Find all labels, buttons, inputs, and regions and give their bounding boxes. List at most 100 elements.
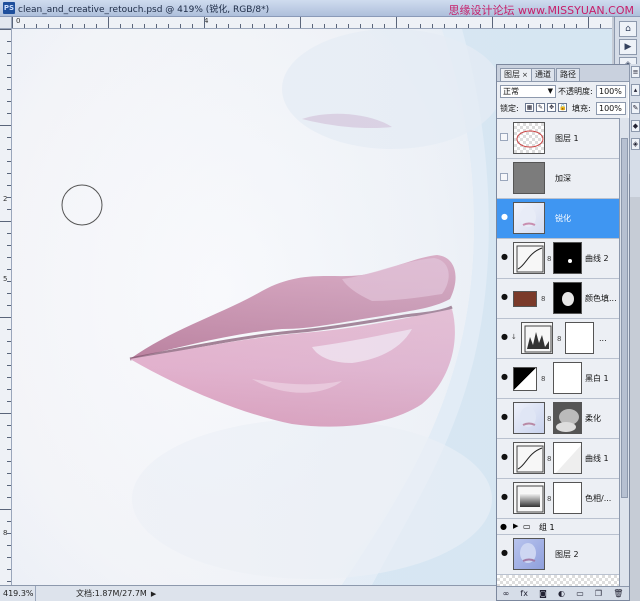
lock-all-icon[interactable]: 🔒 bbox=[558, 103, 567, 112]
layer-group-row[interactable]: ● ▶ ▭ 组 1 bbox=[497, 519, 619, 535]
layer-mask-thumbnail[interactable] bbox=[553, 282, 582, 314]
ruler-tick bbox=[264, 24, 265, 28]
link-icon[interactable]: 8 bbox=[547, 495, 551, 503]
ruler-tick bbox=[7, 113, 11, 114]
new-group-icon[interactable]: ▭ bbox=[576, 589, 584, 598]
close-icon: × bbox=[522, 71, 528, 79]
link-icon[interactable]: 8 bbox=[547, 415, 551, 423]
fx-icon[interactable]: fx bbox=[520, 589, 528, 598]
link-icon[interactable]: 8 bbox=[541, 375, 545, 383]
layers-panel: 图层 × 通道 路径 正常 ▼ 不透明度: 100% 锁定: ▦ ✎ ✥ 🔒 填充:… bbox=[496, 64, 630, 601]
ruler-tick bbox=[228, 24, 229, 28]
layers-panel-footer: ∞ fx ◙ ◐ ▭ ❐ 🗑 bbox=[497, 586, 629, 600]
chevron-right-icon[interactable]: ▶ bbox=[513, 522, 518, 530]
layer-row[interactable]: ● 8 颜色填... bbox=[497, 279, 619, 319]
eye-icon[interactable]: ● bbox=[500, 292, 509, 301]
collapse-icon[interactable]: ▴ bbox=[631, 84, 640, 96]
document-size[interactable]: 文档:1.87M/27.7M bbox=[36, 588, 147, 599]
tool-icon[interactable]: ✎ bbox=[631, 102, 640, 114]
layer-row[interactable]: ● 8 色相/... bbox=[497, 479, 619, 519]
lock-transparency-icon[interactable]: ▦ bbox=[525, 103, 534, 112]
ruler-tick bbox=[240, 24, 241, 28]
horizontal-ruler[interactable]: 0 4 bbox=[12, 17, 612, 29]
layer-row[interactable]: 图层 1 bbox=[497, 119, 619, 159]
link-icon[interactable]: 8 bbox=[547, 255, 551, 263]
tab-channels[interactable]: 通道 bbox=[531, 68, 555, 81]
adjustment-layer-icon[interactable]: ◐ bbox=[558, 589, 565, 598]
layer-mask-thumbnail[interactable] bbox=[553, 482, 582, 514]
status-bar: 419.3% 文档:1.87M/27.7M ▶ bbox=[0, 585, 498, 601]
link-icon[interactable]: 8 bbox=[547, 455, 551, 463]
link-icon[interactable]: 8 bbox=[557, 335, 561, 343]
layer-row[interactable]: ● 图层 2 bbox=[497, 535, 619, 575]
link-icon[interactable]: 8 bbox=[541, 295, 545, 303]
layer-row[interactable]: ● 8 柔化 bbox=[497, 399, 619, 439]
ruler-tick bbox=[384, 24, 385, 28]
eye-icon[interactable]: ● bbox=[500, 252, 509, 261]
folder-icon: ▭ bbox=[523, 522, 531, 531]
visibility-toggle[interactable] bbox=[500, 173, 508, 181]
new-layer-icon[interactable]: ❐ bbox=[595, 589, 602, 598]
opacity-label: 不透明度: bbox=[558, 87, 593, 96]
zoom-level[interactable]: 419.3% bbox=[0, 586, 36, 601]
eye-icon[interactable]: ● bbox=[500, 412, 509, 421]
eye-icon[interactable]: ● bbox=[500, 212, 509, 221]
ruler-tick bbox=[7, 53, 11, 54]
layer-row[interactable]: 加深 bbox=[497, 159, 619, 199]
hue-saturation-adjustment-icon bbox=[513, 482, 545, 514]
layer-mask-thumbnail[interactable] bbox=[553, 442, 582, 474]
fill-input[interactable]: 100% bbox=[596, 102, 626, 115]
ruler-tick bbox=[336, 24, 337, 28]
ruler-tick bbox=[7, 245, 11, 246]
layer-mask-thumbnail[interactable] bbox=[553, 362, 582, 394]
scrollbar-thumb[interactable] bbox=[621, 138, 628, 498]
document-title-bar[interactable]: PS clean_and_creative_retouch.psd @ 419%… bbox=[0, 0, 640, 17]
eye-icon[interactable]: ● bbox=[500, 372, 509, 381]
eye-icon[interactable]: ● bbox=[500, 548, 509, 557]
eye-icon[interactable]: ● bbox=[500, 492, 509, 501]
layer-mask-thumbnail[interactable] bbox=[553, 242, 582, 274]
layer-row-selected[interactable]: ● 锐化 bbox=[497, 199, 619, 239]
tool-icon[interactable]: ◈ bbox=[631, 138, 640, 150]
ruler-tick bbox=[564, 24, 565, 28]
layer-row[interactable]: ● 8 曲线 2 bbox=[497, 239, 619, 279]
actions-icon[interactable]: ▶ bbox=[619, 39, 637, 55]
link-layers-icon[interactable]: ∞ bbox=[503, 589, 510, 598]
status-menu-arrow-icon[interactable]: ▶ bbox=[151, 590, 156, 598]
eye-icon[interactable]: ● bbox=[500, 522, 507, 531]
ruler-origin[interactable] bbox=[0, 17, 12, 29]
site-watermark: 思缘设计论坛 www.MISSYUAN.COM bbox=[448, 4, 634, 17]
history-icon[interactable]: ⌂ bbox=[619, 21, 637, 37]
tab-layers[interactable]: 图层 × bbox=[500, 68, 532, 81]
trash-icon[interactable]: 🗑 bbox=[613, 589, 623, 598]
layer-row[interactable]: ● 8 黑白 1 bbox=[497, 359, 619, 399]
layer-row[interactable]: ● ↓ 8 ... bbox=[497, 319, 619, 359]
ruler-tick bbox=[7, 425, 11, 426]
eye-icon[interactable]: ● bbox=[500, 452, 509, 461]
visibility-toggle[interactable] bbox=[500, 133, 508, 141]
ruler-tick bbox=[7, 533, 11, 534]
panel-side-dock: ≡ ▴ ✎ ◆ ◈ bbox=[629, 64, 640, 174]
eye-icon[interactable]: ● bbox=[500, 332, 509, 341]
layer-mask-thumbnail[interactable] bbox=[565, 322, 594, 354]
blend-mode-select[interactable]: 正常 ▼ bbox=[500, 85, 556, 98]
lock-position-icon[interactable]: ✥ bbox=[547, 103, 556, 112]
layer-mask-thumbnail[interactable] bbox=[553, 402, 582, 434]
layer-name: ... bbox=[599, 334, 607, 343]
panel-menu-icon[interactable]: ≡ bbox=[631, 66, 640, 78]
layer-row[interactable]: ● 8 曲线 1 bbox=[497, 439, 619, 479]
layer-name: 锐化 bbox=[555, 214, 571, 223]
ruler-tick bbox=[7, 137, 11, 138]
ruler-tick bbox=[0, 125, 11, 126]
tool-icon[interactable]: ◆ bbox=[631, 120, 640, 132]
ruler-tick bbox=[288, 24, 289, 28]
ruler-tick bbox=[312, 24, 313, 28]
tab-paths[interactable]: 路径 bbox=[556, 68, 580, 81]
ruler-tick bbox=[12, 17, 13, 28]
add-mask-icon[interactable]: ◙ bbox=[539, 589, 547, 598]
layer-name: 曲线 2 bbox=[585, 254, 609, 263]
lock-pixels-icon[interactable]: ✎ bbox=[536, 103, 545, 112]
vertical-ruler[interactable]: 2 5 8 bbox=[0, 29, 12, 585]
opacity-input[interactable]: 100% bbox=[596, 85, 626, 98]
layers-scrollbar[interactable] bbox=[619, 118, 629, 588]
